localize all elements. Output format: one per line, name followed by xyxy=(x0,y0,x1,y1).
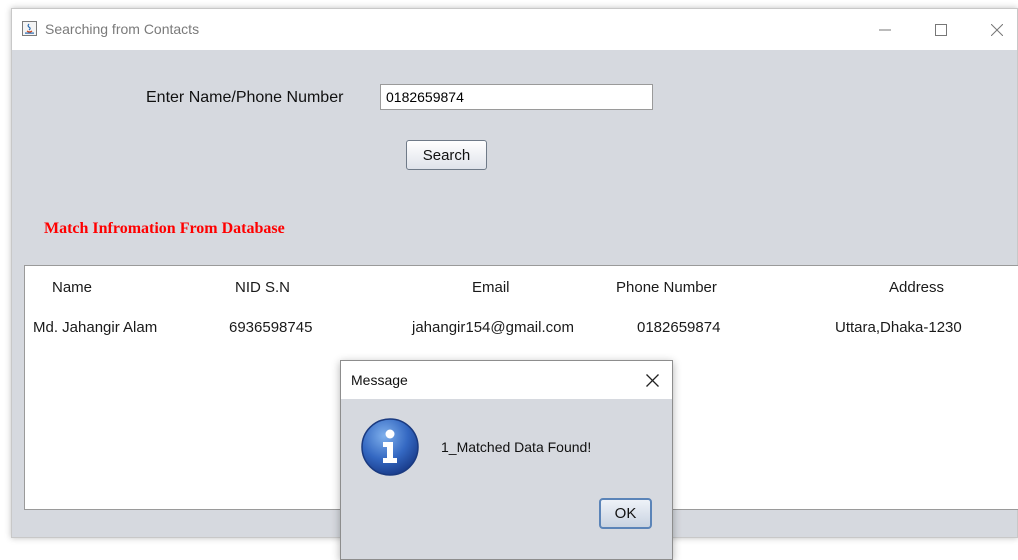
search-label: Enter Name/Phone Number xyxy=(146,89,344,106)
results-heading: Match Infromation From Database xyxy=(44,220,285,237)
minimize-button[interactable] xyxy=(862,9,908,50)
close-button[interactable] xyxy=(974,9,1018,50)
table-cell-email[interactable]: jahangir154@gmail.com xyxy=(412,319,574,336)
ok-button[interactable]: OK xyxy=(599,498,652,529)
search-input[interactable] xyxy=(380,84,653,110)
column-header-nid: NID S.N xyxy=(235,279,291,296)
minimize-icon xyxy=(879,29,891,30)
maximize-button[interactable] xyxy=(918,9,964,50)
window-title: Searching from Contacts xyxy=(45,21,200,37)
column-header-address: Address xyxy=(889,279,945,296)
message-dialog: Message 1_Matched Data Found! OK xyxy=(340,360,673,560)
search-button[interactable]: Search xyxy=(406,140,487,170)
column-header-email: Email xyxy=(472,279,510,296)
java-app-icon xyxy=(22,21,37,36)
info-icon xyxy=(360,417,420,477)
dialog-title-bar: Message xyxy=(341,361,672,399)
maximize-icon xyxy=(935,23,947,36)
dialog-message: 1_Matched Data Found! xyxy=(441,439,592,455)
column-header-name: Name xyxy=(52,279,93,296)
table-cell-phone[interactable]: 0182659874 xyxy=(637,319,720,336)
table-cell-name[interactable]: Md. Jahangir Alam xyxy=(33,319,157,336)
title-bar: Searching from Contacts xyxy=(12,9,1017,50)
table-cell-address[interactable]: Uttara,Dhaka-1230 xyxy=(835,319,962,336)
dialog-title: Message xyxy=(351,372,408,388)
dialog-close-button[interactable] xyxy=(640,368,664,392)
close-icon xyxy=(991,23,1003,36)
column-header-phone: Phone Number xyxy=(616,279,717,296)
close-icon xyxy=(645,373,659,387)
table-cell-nid[interactable]: 6936598745 xyxy=(229,319,312,336)
